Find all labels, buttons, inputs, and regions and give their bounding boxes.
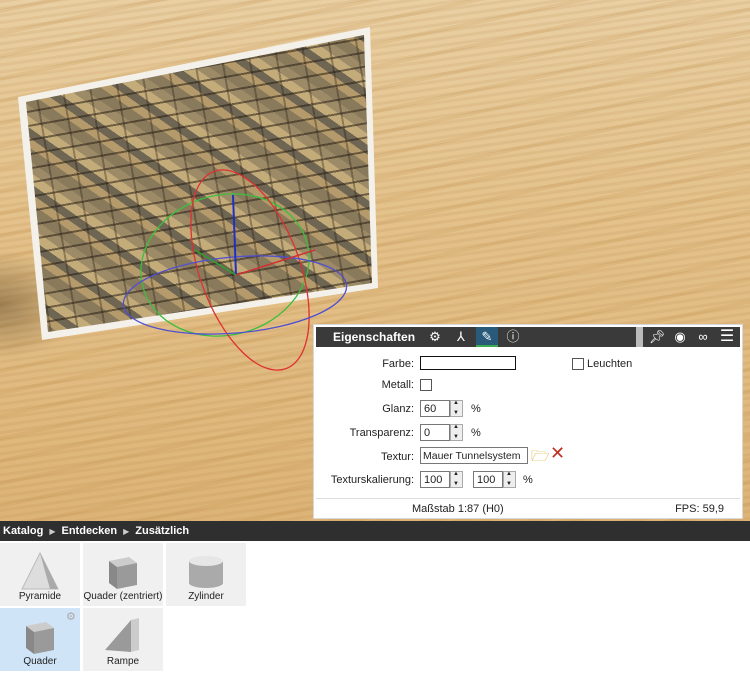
chevron-right-icon: ▶ — [49, 527, 56, 536]
scale-unit: % — [523, 474, 533, 486]
textur-label: Textur: — [380, 451, 414, 463]
catalog-tile-zylinder[interactable]: Zylinder — [166, 543, 246, 606]
glanz-input[interactable]: 60 — [420, 400, 450, 417]
pin-icon[interactable]: 📌︎ — [646, 327, 668, 347]
cylinder-icon — [189, 556, 223, 588]
scale-x-stepper[interactable] — [450, 471, 463, 488]
transparenz-unit: % — [471, 427, 481, 439]
scale-y-input[interactable]: 100 — [473, 471, 503, 488]
catalog-tile-quader-zentriert[interactable]: Quader (zentriert) — [83, 543, 163, 606]
menu-icon[interactable]: ☰ — [716, 327, 738, 347]
gear-icon[interactable]: ⚙ — [66, 610, 76, 623]
catalog-tile-pyramide[interactable]: Pyramide — [0, 543, 80, 606]
chevron-right-icon: ▶ — [123, 527, 130, 536]
color-field[interactable] — [420, 356, 516, 370]
header-divider — [636, 327, 643, 347]
leuchten-checkbox[interactable] — [572, 358, 584, 370]
panel-header: Eigenschaften ⚙ ⅄ ✎ ⓘ 📌︎ ◉ ∞ ☰ — [316, 327, 740, 347]
settings-icon[interactable]: ⚙ — [424, 327, 446, 347]
breadcrumb: Katalog ▶ Entdecken ▶ Zusätzlich — [0, 521, 750, 541]
breadcrumb-entdecken[interactable]: Entdecken — [62, 521, 118, 541]
link-icon[interactable]: ∞ — [692, 327, 714, 347]
metall-checkbox[interactable] — [420, 379, 432, 391]
gizmo-axis-z[interactable] — [232, 194, 237, 276]
tile-label: Rampe — [106, 656, 140, 667]
tile-label: Quader (zentriert) — [83, 591, 163, 602]
tile-label: Quader — [23, 656, 57, 667]
transparenz-stepper[interactable] — [450, 424, 463, 441]
properties-panel: Eigenschaften ⚙ ⅄ ✎ ⓘ 📌︎ ◉ ∞ ☰ Farbe: Le… — [313, 324, 743, 519]
remove-texture-icon[interactable]: ✕ — [550, 443, 565, 464]
texturskalierung-label: Texturskalierung: — [330, 474, 414, 486]
fps-text: FPS: 59,9 — [675, 503, 724, 515]
tile-label: Pyramide — [18, 591, 62, 602]
cube-icon — [26, 622, 54, 654]
breadcrumb-zusaetzlich[interactable]: Zusätzlich — [135, 521, 189, 541]
farbe-label: Farbe: — [382, 358, 414, 370]
axes-icon[interactable]: ⅄ — [450, 327, 472, 347]
textur-input[interactable]: Mauer Tunnelsystem — [420, 447, 528, 464]
tile-label: Zylinder — [188, 591, 224, 602]
info-icon[interactable]: ⓘ — [502, 327, 524, 347]
glanz-label: Glanz: — [382, 403, 414, 415]
breadcrumb-katalog[interactable]: Katalog — [3, 521, 43, 541]
scale-x-input[interactable]: 100 — [420, 471, 450, 488]
status-bar: Maßstab 1:87 (H0) FPS: 59,9 — [316, 498, 740, 518]
catalog-tile-quader[interactable]: ⚙ Quader — [0, 608, 80, 671]
ramp-icon — [105, 618, 139, 652]
folder-icon[interactable]: 🗁 — [531, 446, 550, 471]
panel-title: Eigenschaften — [333, 330, 416, 344]
glanz-stepper[interactable] — [450, 400, 463, 417]
cube-icon — [109, 557, 137, 589]
scale-text: Maßstab 1:87 (H0) — [412, 503, 504, 515]
eye-icon[interactable]: ◉ — [669, 327, 691, 347]
metall-label: Metall: — [381, 379, 414, 391]
catalog-tile-rampe[interactable]: Rampe — [83, 608, 163, 671]
leuchten-label: Leuchten — [587, 358, 633, 370]
scale-y-stepper[interactable] — [503, 471, 516, 488]
paint-icon[interactable]: ✎ — [476, 327, 498, 347]
glanz-unit: % — [471, 403, 481, 415]
pyramid-icon — [21, 551, 59, 590]
gizmo-axis-y[interactable] — [194, 249, 237, 276]
transparenz-label: Transparenz: — [349, 427, 414, 439]
transparenz-input[interactable]: 0 — [420, 424, 450, 441]
